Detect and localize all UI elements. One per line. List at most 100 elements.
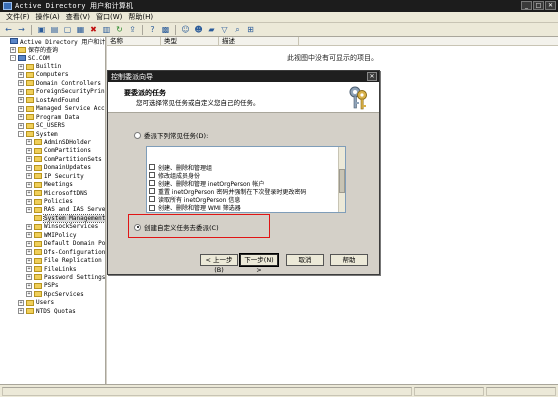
tree-item[interactable]: System Management [0, 213, 105, 223]
tree-item[interactable]: + LostAndFound [0, 96, 105, 104]
tree-item[interactable]: + MicrosoftDNS [0, 189, 105, 197]
forward-arrow-icon[interactable]: → [16, 24, 27, 35]
expand-icon[interactable]: + [26, 282, 32, 289]
expand-icon[interactable]: + [18, 114, 24, 121]
menu-action[interactable]: 操作(A) [33, 12, 63, 22]
tree-toggle-icon[interactable]: ▤ [49, 24, 60, 35]
column-description[interactable]: 描述 [219, 37, 299, 45]
radio-custom-task[interactable]: 创建自定义任务去委派(C) [134, 222, 219, 232]
expand-icon[interactable]: + [26, 181, 32, 188]
expand-icon[interactable]: + [26, 147, 32, 154]
expand-icon[interactable]: + [26, 190, 32, 197]
task-checkbox[interactable] [149, 196, 155, 203]
help-button[interactable]: 帮助 [330, 254, 368, 266]
add-to-group-icon[interactable]: ⊞ [245, 24, 256, 35]
find-icon[interactable]: ⌕ [232, 24, 243, 35]
task-checkbox[interactable] [149, 172, 155, 179]
expand-icon[interactable]: + [26, 232, 32, 239]
tree-item[interactable]: + RpcServices [0, 290, 105, 298]
expand-icon[interactable]: + [26, 257, 32, 264]
expand-icon[interactable]: + [18, 80, 24, 87]
tree-item[interactable]: + Program Data [0, 113, 105, 121]
expand-icon[interactable]: + [26, 198, 32, 205]
expand-icon[interactable]: + [26, 164, 32, 171]
tree-item[interactable]: + ForeignSecurityPrincip [0, 88, 105, 96]
task-checkbox[interactable] [149, 180, 155, 187]
tree-item[interactable]: + DomainUpdates [0, 164, 105, 172]
collapse-icon[interactable]: - [10, 55, 16, 62]
up-folder-icon[interactable]: ▣ [36, 24, 47, 35]
expand-icon[interactable]: + [18, 63, 24, 70]
help-icon[interactable]: ? [147, 24, 158, 35]
tree-item[interactable]: + File Replication Se [0, 256, 105, 264]
tree-item[interactable]: + Default Domain Policy [0, 240, 105, 248]
expand-icon[interactable]: + [26, 240, 32, 247]
expand-icon[interactable]: + [26, 291, 32, 298]
expand-icon[interactable]: + [26, 173, 32, 180]
radio-custom-task-indicator[interactable] [134, 223, 141, 231]
expand-icon[interactable]: + [26, 139, 32, 146]
cancel-button[interactable]: 取消 [286, 254, 324, 266]
expand-icon[interactable]: + [26, 249, 32, 256]
delete-icon[interactable]: ✖ [88, 24, 99, 35]
tree-item[interactable]: + AdminSDHolder [0, 138, 105, 146]
collapse-icon[interactable]: - [18, 131, 24, 138]
tree-item[interactable]: - System [0, 130, 105, 138]
next-button[interactable]: 下一步(N) > [239, 253, 279, 274]
export-icon[interactable]: ⇪ [127, 24, 138, 35]
copy-icon[interactable]: ▢ [62, 24, 73, 35]
tree-item[interactable]: + RAS and IAS Servers [0, 206, 105, 214]
expand-icon[interactable]: + [18, 88, 24, 95]
tree-item[interactable]: + WMIPolicy [0, 231, 105, 239]
expand-icon[interactable]: + [26, 223, 32, 230]
new-ou-icon[interactable]: ▰ [206, 24, 217, 35]
tree-item[interactable]: + Password Settings C [0, 273, 105, 281]
radio-common-tasks-indicator[interactable] [134, 131, 141, 139]
dialog-close-button[interactable]: ✕ [367, 72, 377, 81]
menu-file[interactable]: 文件(F) [3, 12, 33, 22]
tree-item[interactable]: + 保存的查询 [0, 45, 105, 54]
expand-icon[interactable]: + [18, 97, 24, 104]
console-icon[interactable]: ▩ [160, 24, 171, 35]
scrollbar-thumb[interactable] [339, 169, 345, 193]
expand-icon[interactable]: + [18, 71, 24, 78]
menu-help[interactable]: 帮助(H) [125, 12, 156, 22]
tree-item[interactable]: + PSPs [0, 282, 105, 290]
tree-item[interactable]: + Policies [0, 197, 105, 205]
expand-icon[interactable]: + [18, 105, 24, 112]
task-checkbox[interactable] [149, 204, 155, 211]
tree-item[interactable]: + Computers [0, 71, 105, 79]
menu-view[interactable]: 查看(V) [63, 12, 93, 22]
menu-window[interactable]: 窗口(W) [93, 12, 125, 22]
expand-icon[interactable]: + [26, 274, 32, 281]
tree-item[interactable]: + Managed Service Accour [0, 105, 105, 113]
expand-icon[interactable]: + [26, 206, 32, 213]
radio-common-tasks[interactable]: 委派下列常见任务(D): [134, 130, 208, 140]
expand-icon[interactable]: + [10, 46, 16, 53]
tree-item[interactable]: - SC.COM [0, 54, 105, 62]
new-group-icon[interactable]: ☻ [193, 24, 204, 35]
task-checkbox[interactable] [149, 164, 155, 171]
tree-item[interactable]: + WinsockServices [0, 223, 105, 231]
tree-item[interactable]: + SC_USERS [0, 121, 105, 129]
properties-icon[interactable]: ▥ [101, 24, 112, 35]
tree-item[interactable]: + Meetings [0, 180, 105, 188]
filter-icon[interactable]: ▽ [219, 24, 230, 35]
tree-item[interactable]: + IP Security [0, 172, 105, 180]
expand-icon[interactable]: + [18, 308, 24, 315]
expand-icon[interactable]: + [26, 156, 32, 163]
tree-item[interactable]: + NTDS Quotas [0, 307, 105, 315]
tree-item[interactable]: + FileLinks [0, 265, 105, 273]
task-checkbox[interactable] [149, 188, 155, 195]
tree-item[interactable]: + Builtin [0, 62, 105, 70]
back-arrow-icon[interactable]: ← [3, 24, 14, 35]
new-user-icon[interactable]: ☺ [180, 24, 191, 35]
task-list-scrollbar[interactable] [338, 147, 345, 212]
minimize-button[interactable]: _ [521, 1, 532, 10]
column-type[interactable]: 类型 [161, 37, 219, 45]
expand-icon[interactable]: + [26, 266, 32, 273]
tree-item[interactable]: + Domain Controllers [0, 79, 105, 87]
maximize-button[interactable]: □ [533, 1, 544, 10]
refresh-icon[interactable]: ↻ [114, 24, 125, 35]
task-item[interactable]: 创建、删除和管理 WMI 筛选器 [147, 203, 345, 212]
